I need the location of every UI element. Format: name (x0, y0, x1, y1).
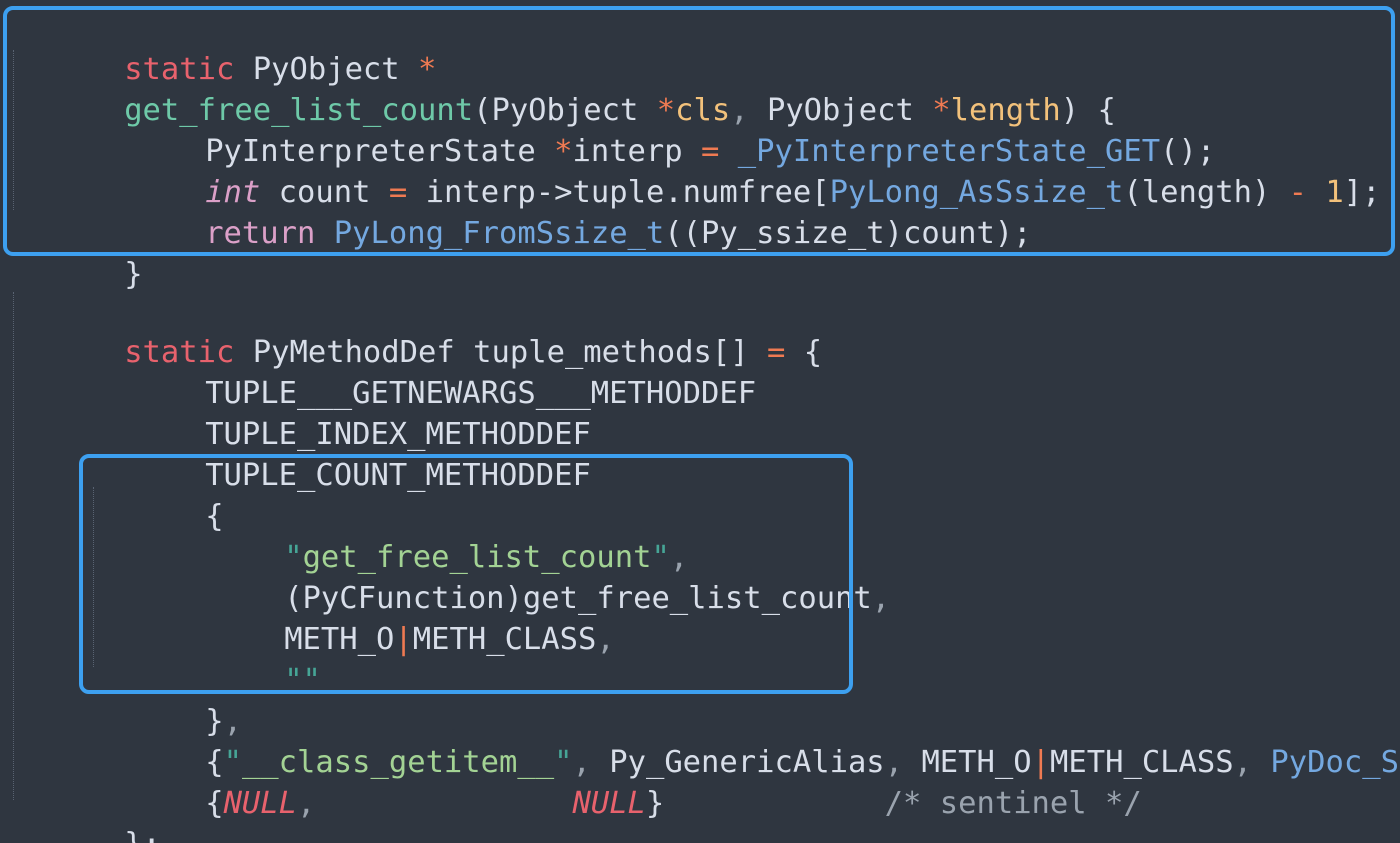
code-line-10: TUPLE_INDEX_METHODDEF (95, 375, 591, 452)
token-brace-close: } (645, 786, 665, 821)
token-padding (315, 786, 572, 821)
token-brace-close: } (124, 257, 143, 292)
code-line-16: "" (174, 621, 321, 698)
code-line-1: static PyObject * (14, 10, 436, 87)
code-line-3: PyInterpreterState *interp = _PyInterpre… (95, 92, 1215, 169)
token-operator-minus: - (1288, 175, 1308, 210)
code-line-14: (PyCFunction)get_free_list_count, (174, 539, 890, 616)
code-line-9: TUPLE___GETNEWARGS___METHODDEF (95, 334, 756, 411)
token-operator-assign: = (766, 335, 786, 370)
code-line-13: "get_free_list_count", (174, 498, 688, 575)
token-null-first: NULL (223, 786, 298, 821)
code-line-19: {NULL, NULL} /* sentinel */ (95, 744, 1142, 821)
token-brace-open: { (205, 786, 224, 821)
token-null-second: NULL (572, 786, 646, 821)
token-comment-sentinel: /* sentinel */ (884, 786, 1142, 821)
token-call-pylong-fromssize-t: PyLong_FromSsize_t (333, 216, 665, 251)
code-line-6: } (14, 215, 142, 292)
token-array-end: }; (124, 827, 161, 843)
code-line-8: static PyMethodDef tuple_methods[] = { (14, 293, 822, 370)
code-surface: static PyObject * get_free_list_count(Py… (0, 0, 1400, 843)
code-line-11: TUPLE_COUNT_METHODDEF (95, 416, 591, 493)
token-operator-bitor: | (394, 622, 413, 657)
token-call-args: (length) (1123, 175, 1289, 210)
token-keyword-return: return (205, 216, 316, 251)
token-number-one: 1 (1325, 175, 1344, 210)
code-line-5: return PyLong_FromSsize_t((Py_ssize_t)co… (95, 174, 1031, 251)
code-line-17: }, (95, 662, 242, 739)
token-index-tail: ]; (1343, 175, 1381, 210)
token-brace-open: { (803, 335, 823, 370)
code-line-18: {"__class_getitem__", Py_GenericAlias, M… (95, 703, 1399, 780)
code-line-2: get_free_list_count(PyObject *cls, PyObj… (14, 51, 1116, 128)
token-call-tail: ((Py_ssize_t)count); (664, 216, 1032, 251)
code-line-4: int count = interp->tuple.numfree[PyLong… (95, 133, 1380, 210)
token-empty-docstring: "" (284, 663, 321, 698)
token-flag-meth-class: METH_CLASS (412, 622, 597, 657)
token-comma: , (596, 622, 615, 657)
token-comma: , (297, 786, 316, 821)
code-line-15: METH_O|METH_CLASS, (174, 580, 615, 657)
token-padding (664, 786, 884, 821)
token-macro-pydoc-str-truncated: PyDoc_S (1270, 745, 1399, 780)
token-comma: , (1233, 745, 1253, 780)
token-macro-count-methoddef: TUPLE_COUNT_METHODDEF (205, 458, 591, 493)
code-screenshot: static PyObject * get_free_list_count(Py… (0, 0, 1400, 843)
code-line-20: }; (14, 785, 161, 843)
code-line-12: { (95, 457, 223, 534)
token-comma: , (871, 581, 891, 616)
